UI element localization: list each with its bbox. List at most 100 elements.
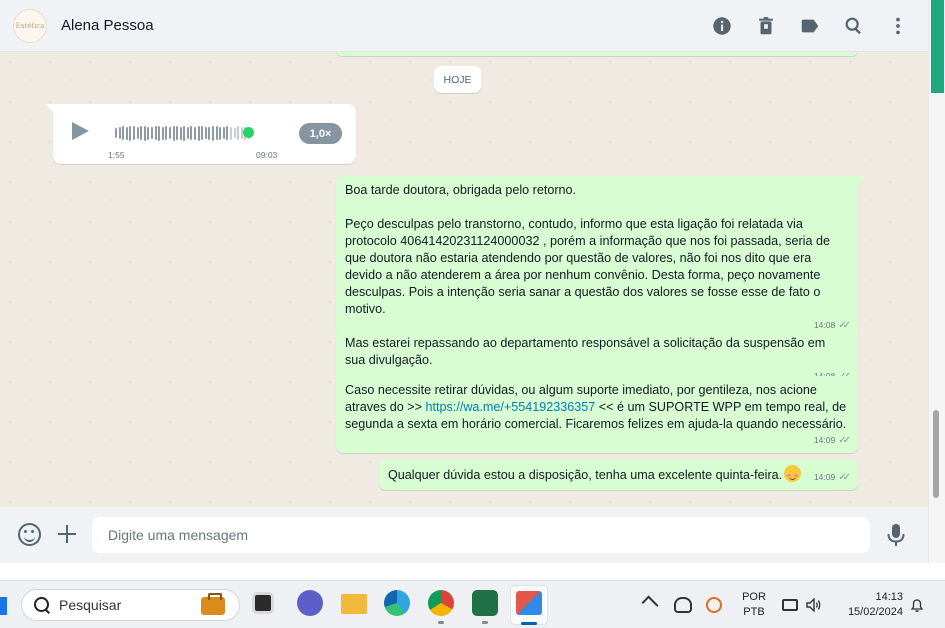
message-text-part: Qualquer dúvida estou a disposição, tenh…: [388, 468, 783, 482]
page-scrollbar[interactable]: [928, 0, 945, 563]
language-code: POR: [742, 591, 766, 603]
snipping-tool-icon[interactable]: [516, 591, 542, 615]
audio-message: 1:55 09:03 1,0×: [45, 104, 356, 164]
sync-icon[interactable]: [706, 597, 722, 613]
waveform-bar: [158, 125, 161, 141]
waveform-bar: [168, 127, 171, 139]
waveform-bar: [190, 126, 193, 140]
previous-message-bubble: [336, 52, 858, 56]
waveform-bar: [115, 128, 117, 138]
chevron-up-icon[interactable]: [641, 595, 659, 613]
taskbar-clock[interactable]: 14:13 15/02/2024: [833, 590, 903, 620]
read-ticks-icon: ✓✓: [838, 472, 851, 483]
notification-bell-icon[interactable]: [909, 597, 925, 613]
waveform-bar: [183, 125, 186, 141]
taskbar-search-label: Pesquisar: [59, 597, 122, 613]
menu-icon[interactable]: [886, 14, 910, 38]
waveform-bar: [125, 126, 128, 140]
attach-plus-icon[interactable]: [57, 524, 77, 544]
chrome-browser-icon[interactable]: [428, 590, 454, 616]
message-input[interactable]: [92, 517, 870, 553]
audio-elapsed: 1:55: [108, 150, 125, 160]
waveform-bar: [212, 125, 215, 141]
input-language[interactable]: POR PTB: [741, 590, 767, 620]
excel-icon[interactable]: [472, 590, 498, 616]
waveform-bar: [179, 126, 182, 140]
read-ticks-icon: ✓✓: [838, 435, 851, 446]
message-text: Caso necessite retirar dúvidas, ou algum…: [345, 382, 849, 433]
waveform-bar: [143, 125, 146, 141]
waveform-bar: [219, 126, 222, 140]
window-edge-accent: [931, 0, 944, 93]
waveform-bar: [201, 126, 204, 140]
waveform-bar: [154, 126, 157, 140]
waveform-bar: [150, 127, 153, 139]
message-bubble[interactable]: Qualquer dúvida estou a disposição, tenh…: [379, 459, 858, 490]
scrollbar-thumb[interactable]: [933, 410, 939, 498]
waveform-bar: [118, 127, 121, 139]
message-bubble[interactable]: Boa tarde doutora, obrigada pelo retorno…: [336, 176, 866, 338]
trash-icon[interactable]: [754, 14, 778, 38]
audio-duration: 09:03: [256, 150, 278, 160]
network-icon[interactable]: [782, 599, 798, 611]
waveform-bar: [161, 126, 164, 140]
playback-speed-button[interactable]: 1,0×: [299, 123, 342, 144]
keyboard-layout: PTB: [743, 606, 765, 618]
waveform-bar: [129, 125, 132, 141]
waveform-bar: [165, 126, 168, 140]
message-text: Mas estarei repassando ao departamento r…: [345, 336, 829, 367]
briefcase-icon: [201, 593, 225, 615]
waveform-bar: [208, 126, 211, 140]
task-view-icon[interactable]: [252, 592, 274, 614]
waveform-bar: [237, 126, 240, 140]
windows-taskbar: Pesquisar POR PTB 14:13 15/02/2024: [0, 580, 945, 628]
file-explorer-icon[interactable]: [341, 594, 367, 614]
waveform-bar: [186, 127, 189, 139]
cloud-offline-icon[interactable]: [674, 597, 692, 613]
start-icon[interactable]: [0, 597, 7, 615]
waveform-bar: [215, 126, 218, 140]
waveform-bar: [122, 126, 125, 140]
taskbar-search[interactable]: Pesquisar: [21, 589, 240, 621]
clock-time: 14:13: [875, 591, 903, 603]
message-meta: 14:09 ✓✓: [814, 432, 851, 449]
search-icon[interactable]: [842, 14, 866, 38]
contact-avatar[interactable]: Estética: [13, 8, 47, 43]
info-icon[interactable]: [710, 14, 734, 38]
waveform-bar: [140, 126, 143, 140]
chat-panel[interactable]: HOJE 1:55 09:03 1,0× Boa tarde doutora, …: [0, 52, 928, 507]
clock-date: 15/02/2024: [847, 606, 903, 618]
waveform-bar: [222, 127, 225, 139]
waveform-bar: [194, 126, 197, 140]
waveform-bar: [226, 126, 229, 140]
waveform-bar: [132, 126, 135, 140]
avatar-logo-text: Estética: [15, 21, 45, 30]
running-indicator: [438, 621, 444, 624]
contact-name[interactable]: Alena Pessoa: [61, 17, 154, 34]
message-time: 14:09: [813, 435, 836, 445]
chat-header: Estética Alena Pessoa: [0, 0, 928, 52]
waveform-bar: [204, 127, 207, 139]
running-indicator: [482, 621, 488, 624]
message-bubble[interactable]: Caso necessite retirar dúvidas, ou algum…: [336, 376, 858, 453]
support-link[interactable]: https://wa.me/+554192336357: [426, 400, 596, 414]
emoji-icon[interactable]: [18, 523, 41, 546]
audio-progress-handle[interactable]: [243, 127, 254, 138]
date-chip: HOJE: [434, 66, 481, 93]
label-icon[interactable]: [798, 14, 822, 38]
waveform-bar: [230, 126, 232, 140]
waveform-bar: [172, 125, 175, 141]
compose-bar: [0, 507, 928, 563]
waveform-bar: [147, 126, 150, 140]
message-text: Boa tarde doutora, obrigada pelo retorno…: [345, 183, 830, 316]
edge-browser-icon[interactable]: [384, 590, 410, 616]
teams-meet-icon[interactable]: [297, 590, 323, 616]
message-text: Qualquer dúvida estou a disposição, tenh…: [388, 465, 849, 484]
message-time: 14:09: [813, 472, 836, 482]
waveform-bar: [176, 126, 179, 140]
window-bottom-strip: [0, 563, 945, 580]
smiling-face-with-hearts-icon: [784, 465, 802, 482]
volume-icon[interactable]: [806, 597, 822, 613]
play-icon[interactable]: [72, 122, 89, 140]
microphone-icon[interactable]: [884, 522, 908, 548]
